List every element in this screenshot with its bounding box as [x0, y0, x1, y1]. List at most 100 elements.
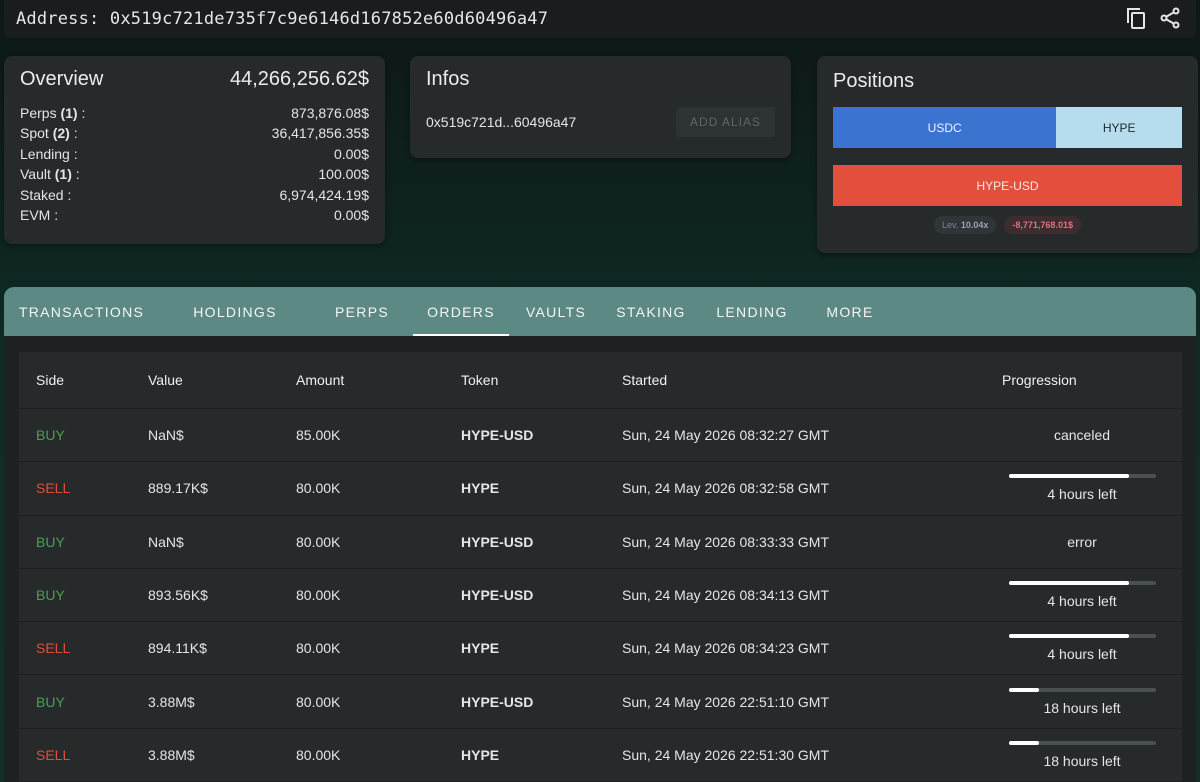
column-header-side[interactable]: Side — [19, 372, 148, 388]
progress-text: 18 hours left — [1043, 699, 1121, 716]
column-header-progression[interactable]: Progression — [1002, 372, 1182, 388]
copy-icon[interactable] — [1124, 6, 1148, 35]
position-hype-segment[interactable]: HYPE — [1056, 107, 1182, 148]
column-header-started[interactable]: Started — [622, 372, 1002, 388]
progress-bar — [1008, 740, 1156, 745]
order-side: BUY — [36, 587, 65, 604]
positions-card: Positions USDC HYPE HYPE-USD Lev. 10.04x… — [817, 56, 1198, 253]
overview-row-label: Lending : — [20, 145, 78, 162]
order-value: 893.56K$ — [148, 587, 208, 604]
order-value: 889.17K$ — [148, 480, 208, 497]
progress-fill — [1008, 634, 1130, 639]
leverage-label: Lev. — [942, 220, 959, 230]
order-token: HYPE — [461, 746, 500, 763]
overview-row-label: Spot (2) : — [20, 125, 78, 142]
progress-fill — [1008, 581, 1130, 586]
overview-total: 44,266,256.62$ — [229, 68, 369, 90]
order-side: SELL — [36, 640, 71, 657]
progress-text: 18 hours left — [1043, 752, 1121, 769]
order-started: Sun, 24 May 2026 08:33:33 GMT — [622, 533, 830, 550]
order-progression: 4 hours left — [1002, 581, 1182, 609]
order-amount: 80.00K — [296, 533, 341, 550]
orders-table: Side Value Amount Token Started Progression BU… — [19, 352, 1182, 782]
order-progression: 4 hours left — [1002, 634, 1182, 662]
tab-lending[interactable]: LENDING — [699, 287, 805, 336]
orders-panel: Side Value Amount Token Started Progression BU… — [4, 336, 1196, 782]
column-header-value[interactable]: Value — [148, 372, 296, 388]
order-side: SELL — [36, 480, 71, 497]
leverage-chip: Lev. 10.04x — [934, 216, 997, 234]
column-header-token[interactable]: Token — [461, 372, 622, 388]
order-progression: canceled — [1002, 427, 1182, 443]
order-amount: 85.00K — [296, 427, 341, 444]
infos-card: Infos 0x519c721d...60496a47 ADD ALIAS — [410, 56, 791, 158]
table-row[interactable]: BUY NaN$ 85.00K HYPE-USD Sun, 24 May 2026 08… — [19, 408, 1182, 461]
infos-title: Infos — [426, 68, 470, 90]
overview-row-label: Staked : — [20, 186, 72, 203]
share-icon[interactable] — [1158, 6, 1182, 35]
table-row[interactable]: SELL 889.17K$ 80.00K HYPE Sun, 24 May 2026 0… — [19, 461, 1182, 514]
progress-bar — [1008, 474, 1156, 479]
overview-row: Lending : 0.00$ — [20, 144, 369, 164]
address-actions — [1124, 6, 1182, 35]
tab-transactions[interactable]: TRANSACTIONS — [4, 287, 159, 336]
order-started: Sun, 24 May 2026 08:32:27 GMT — [622, 427, 830, 444]
overview-row-value: 6,974,424.19$ — [279, 186, 369, 203]
order-token: HYPE-USD — [461, 587, 534, 604]
tabs-bar: TRANSACTIONS HOLDINGS PERPS ORDERS VAULTS STA… — [4, 287, 1196, 336]
tab-staking[interactable]: STAKING — [603, 287, 699, 336]
order-amount: 80.00K — [296, 746, 341, 763]
order-amount: 80.00K — [296, 480, 341, 497]
order-progression: 18 hours left — [1002, 740, 1182, 769]
pnl-chip: -8,771,768.01$ — [1004, 216, 1081, 234]
table-row[interactable]: BUY NaN$ 80.00K HYPE-USD Sun, 24 May 2026 08… — [19, 514, 1182, 568]
order-token: HYPE-USD — [461, 533, 534, 550]
tab-orders[interactable]: ORDERS — [413, 287, 509, 336]
overview-title: Overview — [20, 68, 104, 90]
overview-row: Staked : 6,974,424.19$ — [20, 185, 369, 205]
add-alias-button[interactable]: ADD ALIAS — [675, 107, 775, 137]
address-text: Address: 0x519c721de735f7c9e6146d167852e… — [16, 9, 549, 29]
overview-row: Vault (1) : 100.00$ — [20, 164, 369, 184]
tab-vaults[interactable]: VAULTS — [509, 287, 603, 336]
overview-row-value: 0.00$ — [333, 207, 369, 224]
progress-text: 4 hours left — [1047, 486, 1117, 503]
column-header-amount[interactable]: Amount — [296, 372, 461, 388]
order-amount: 80.00K — [296, 693, 341, 710]
order-progression: 18 hours left — [1002, 687, 1182, 716]
table-row[interactable]: SELL 894.11K$ 80.00K HYPE Sun, 24 May 2026 0… — [19, 621, 1182, 674]
order-token: HYPE — [461, 480, 500, 497]
progress-bar — [1008, 687, 1156, 692]
position-usdc-segment[interactable]: USDC — [833, 107, 1057, 148]
tab-more[interactable]: MORE — [805, 287, 895, 336]
table-row[interactable]: BUY 893.56K$ 80.00K HYPE-USD Sun, 24 May 202… — [19, 567, 1182, 621]
table-row[interactable]: SELL 3.88M$ 80.00K HYPE Sun, 24 May 2026 22:… — [19, 727, 1182, 781]
tab-perps[interactable]: PERPS — [311, 287, 413, 336]
tab-holdings[interactable]: HOLDINGS — [159, 287, 311, 336]
order-progression: 4 hours left — [1002, 474, 1182, 502]
table-row[interactable]: BUY 3.88M$ 80.00K HYPE-USD Sun, 24 May 2026 … — [19, 674, 1182, 727]
overview-row: Perps (1) : 873,876.08$ — [20, 103, 369, 123]
position-hype-usd-segment[interactable]: HYPE-USD — [833, 165, 1182, 206]
order-started: Sun, 24 May 2026 08:34:23 GMT — [622, 640, 830, 657]
order-value: 894.11K$ — [148, 640, 207, 657]
overview-card: Overview 44,266,256.62$ Perps (1) : 873,8… — [4, 56, 385, 244]
overview-row: Spot (2) : 36,417,856.35$ — [20, 123, 369, 143]
order-amount: 80.00K — [296, 587, 341, 604]
order-token: HYPE-USD — [461, 693, 534, 710]
overview-row-value: 0.00$ — [333, 145, 369, 162]
progress-text: canceled — [1053, 427, 1111, 444]
overview-row-label: Vault (1) : — [20, 166, 80, 183]
address-bar: Address: 0x519c721de735f7c9e6146d167852e… — [4, 0, 1196, 38]
overview-row-value: 36,417,856.35$ — [271, 125, 369, 142]
order-started: Sun, 24 May 2026 22:51:10 GMT — [622, 693, 830, 710]
progress-fill — [1008, 687, 1040, 692]
order-value: NaN$ — [148, 427, 184, 444]
table-header-row: Side Value Amount Token Started Progression — [19, 352, 1182, 408]
progress-bar — [1008, 634, 1156, 639]
positions-allocation-bar: USDC HYPE — [833, 107, 1182, 148]
progress-fill — [1008, 740, 1040, 745]
order-token: HYPE-USD — [461, 427, 534, 444]
progress-text: 4 hours left — [1047, 646, 1117, 663]
order-value: 3.88M$ — [148, 693, 195, 710]
